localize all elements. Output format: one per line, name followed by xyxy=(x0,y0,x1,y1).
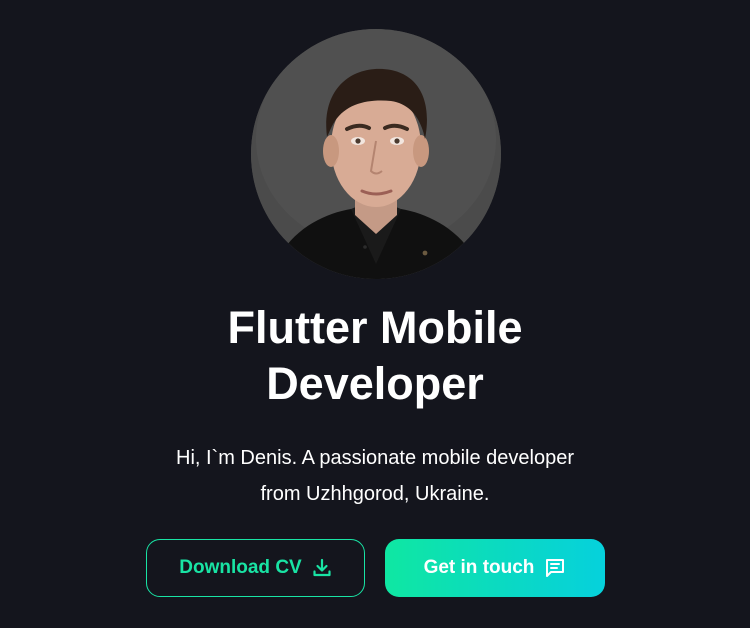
get-in-touch-button[interactable]: Get in touch xyxy=(385,539,605,597)
download-cv-label: Download CV xyxy=(179,557,302,578)
intro-description: Hi, I`m Denis. A passionate mobile devel… xyxy=(100,440,650,512)
download-cv-button[interactable]: Download CV xyxy=(146,539,365,597)
portrait-image xyxy=(251,29,501,279)
title-line-2: Developer xyxy=(266,358,484,409)
chat-icon xyxy=(544,557,566,579)
description-line-1: Hi, I`m Denis. A passionate mobile devel… xyxy=(176,447,574,469)
download-icon xyxy=(312,558,332,578)
page-title: Flutter Mobile Developer xyxy=(75,300,675,412)
title-line-1: Flutter Mobile xyxy=(227,302,523,353)
hero-section: Flutter Mobile Developer Hi, I`m Denis. … xyxy=(0,0,750,628)
profile-avatar xyxy=(251,29,501,279)
description-line-2: from Uzhhgorod, Ukraine. xyxy=(260,483,490,505)
get-in-touch-label: Get in touch xyxy=(423,557,535,578)
